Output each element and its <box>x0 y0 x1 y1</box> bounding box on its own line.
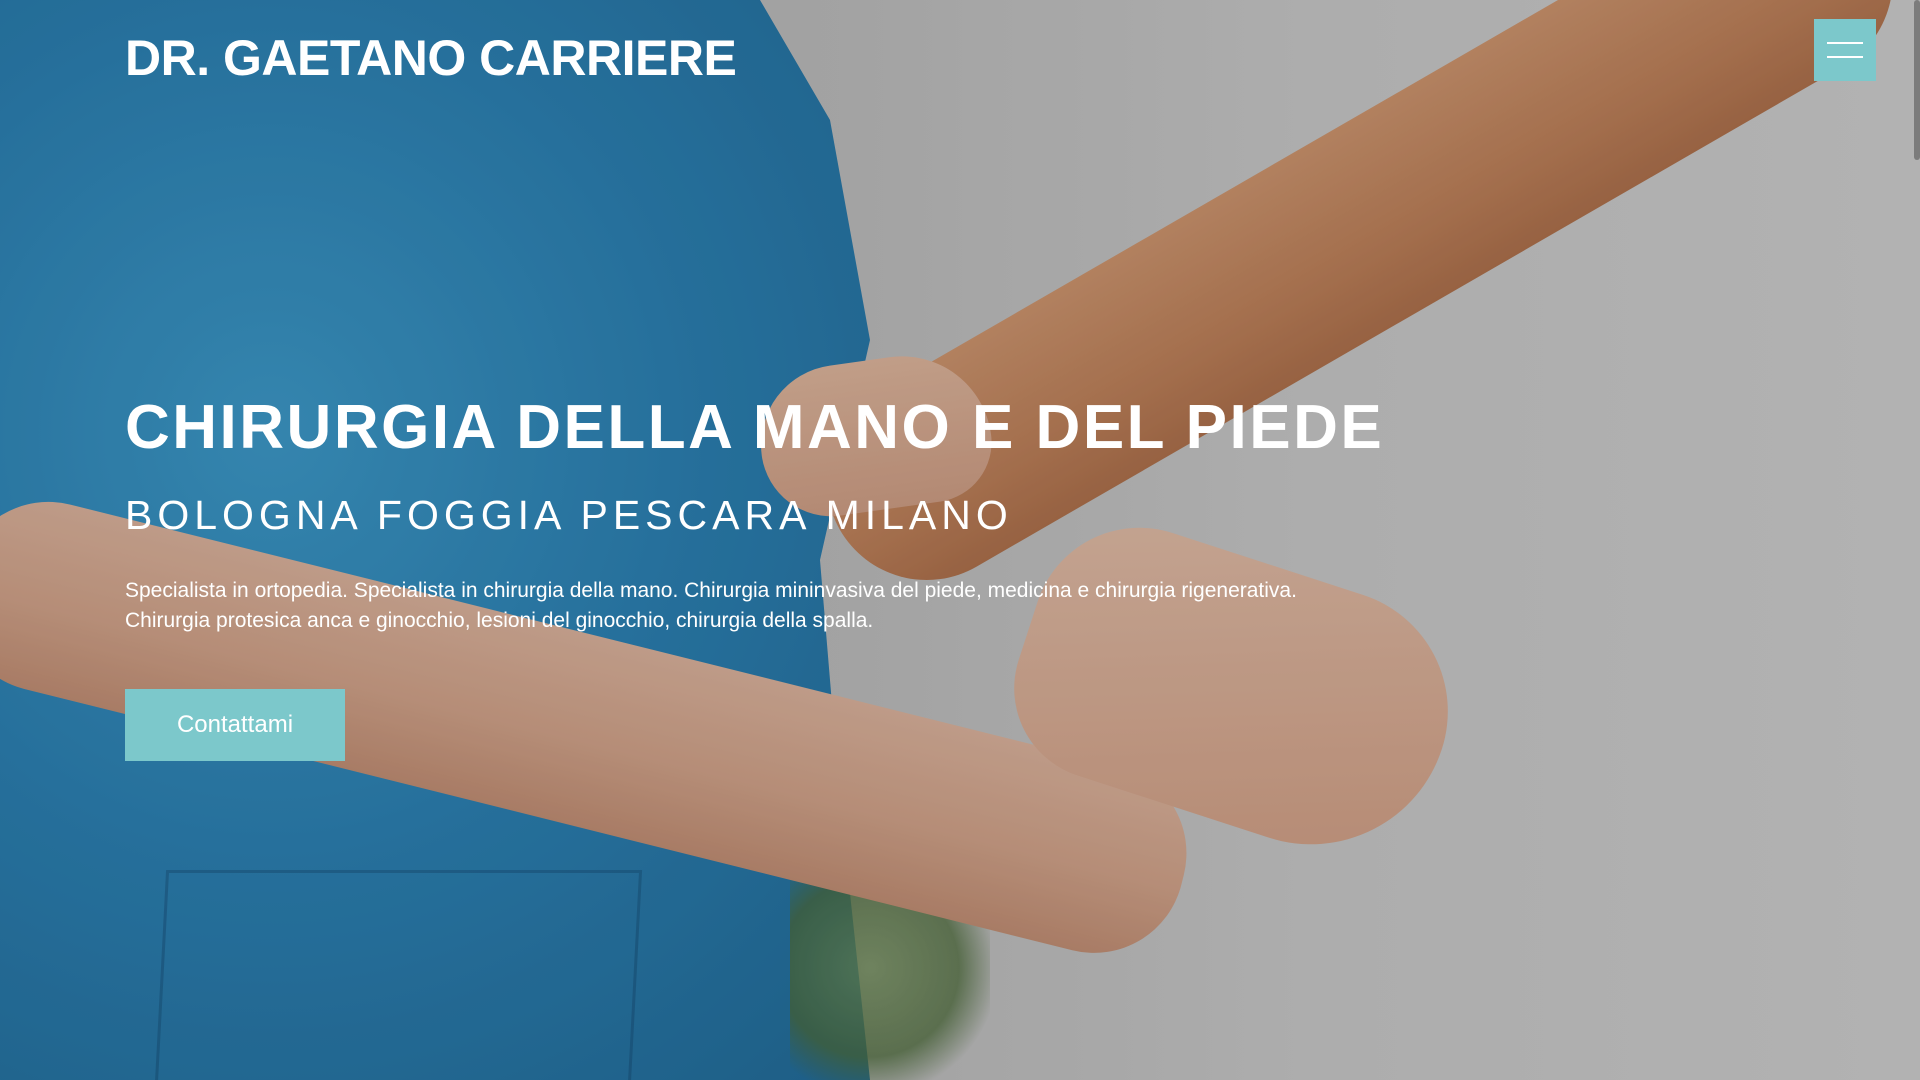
hero-cities: BOLOGNA FOGGIA PESCARA MILANO <box>125 492 1013 538</box>
hero-description: Specialista in ortopedia. Specialista in… <box>125 576 1445 636</box>
page-scrollbar[interactable] <box>1914 0 1920 160</box>
menu-button[interactable] <box>1814 19 1876 81</box>
hero-description-line-2: Chirurgia protesica anca e ginocchio, le… <box>125 609 874 632</box>
hero-headline: CHIRURGIA DELLA MANO E DEL PIEDE <box>125 393 1385 462</box>
hero-description-line-1: Specialista in ortopedia. Specialista in… <box>125 579 1297 602</box>
hamburger-bar-bottom <box>1827 56 1863 58</box>
hamburger-bar-top <box>1827 42 1863 44</box>
site-brand[interactable]: DR. GAETANO CARRIERE <box>125 28 737 88</box>
background-overlay <box>0 0 1920 1080</box>
contact-button[interactable]: Contattami <box>125 689 345 761</box>
hero-section: DR. GAETANO CARRIERE CHIRURGIA DELLA MAN… <box>0 0 1920 1080</box>
